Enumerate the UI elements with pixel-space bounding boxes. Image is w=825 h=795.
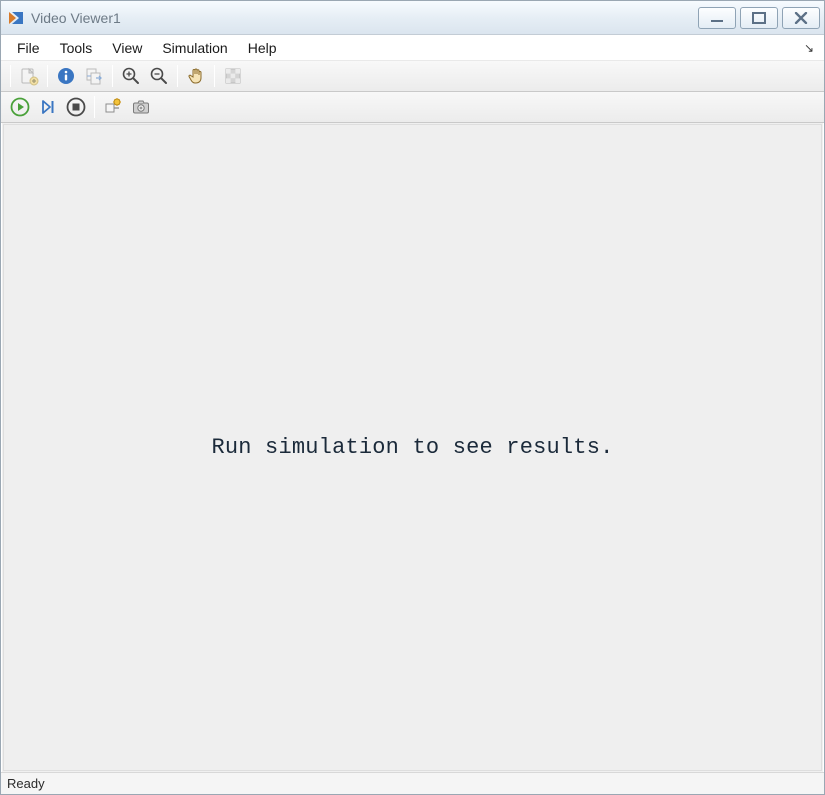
pixel-region-icon	[223, 66, 243, 86]
export-button[interactable]	[81, 63, 107, 89]
maximize-icon	[751, 12, 767, 24]
zoom-in-icon	[121, 66, 141, 86]
pan-icon	[186, 66, 206, 86]
stop-button[interactable]	[63, 94, 89, 120]
window-controls	[698, 7, 820, 29]
snapshot-button[interactable]	[128, 94, 154, 120]
pixel-region-button[interactable]	[220, 63, 246, 89]
toolbar-simulation	[1, 92, 824, 123]
run-button[interactable]	[7, 94, 33, 120]
toolbar-options-icon[interactable]: ↘	[804, 41, 818, 55]
close-button[interactable]	[782, 7, 820, 29]
menu-file[interactable]: File	[7, 38, 50, 58]
toolbar-main	[1, 61, 824, 92]
statusbar: Ready	[1, 772, 824, 794]
separator	[214, 65, 215, 87]
content-message: Run simulation to see results.	[211, 435, 613, 460]
info-icon	[56, 66, 76, 86]
menu-help[interactable]: Help	[238, 38, 287, 58]
minimize-button[interactable]	[698, 7, 736, 29]
menus: File Tools View Simulation Help	[7, 38, 287, 58]
minimize-icon	[709, 12, 725, 24]
stop-icon	[66, 97, 86, 117]
separator	[177, 65, 178, 87]
zoom-out-button[interactable]	[146, 63, 172, 89]
close-icon	[793, 12, 809, 24]
new-video-icon	[19, 66, 39, 86]
step-forward-icon	[38, 97, 58, 117]
maximize-button[interactable]	[740, 7, 778, 29]
separator	[94, 96, 95, 118]
zoom-out-icon	[149, 66, 169, 86]
highlight-block-button[interactable]	[100, 94, 126, 120]
menubar: File Tools View Simulation Help ↘	[1, 35, 824, 61]
export-icon	[84, 66, 104, 86]
play-icon	[10, 97, 30, 117]
status-text: Ready	[7, 776, 45, 791]
separator	[47, 65, 48, 87]
pan-button[interactable]	[183, 63, 209, 89]
zoom-in-button[interactable]	[118, 63, 144, 89]
info-button[interactable]	[53, 63, 79, 89]
titlebar: Video Viewer1	[1, 1, 824, 35]
menu-tools[interactable]: Tools	[50, 38, 103, 58]
separator	[112, 65, 113, 87]
highlight-block-icon	[103, 97, 123, 117]
menu-view[interactable]: View	[102, 38, 152, 58]
menu-simulation[interactable]: Simulation	[152, 38, 237, 58]
step-forward-button[interactable]	[35, 94, 61, 120]
app-icon	[7, 9, 25, 27]
content-area: Run simulation to see results.	[3, 124, 822, 771]
window-title: Video Viewer1	[31, 10, 698, 26]
window: Video Viewer1 File Tools Vie	[0, 0, 825, 795]
snapshot-icon	[131, 97, 151, 117]
new-video-button[interactable]	[16, 63, 42, 89]
separator	[10, 65, 11, 87]
